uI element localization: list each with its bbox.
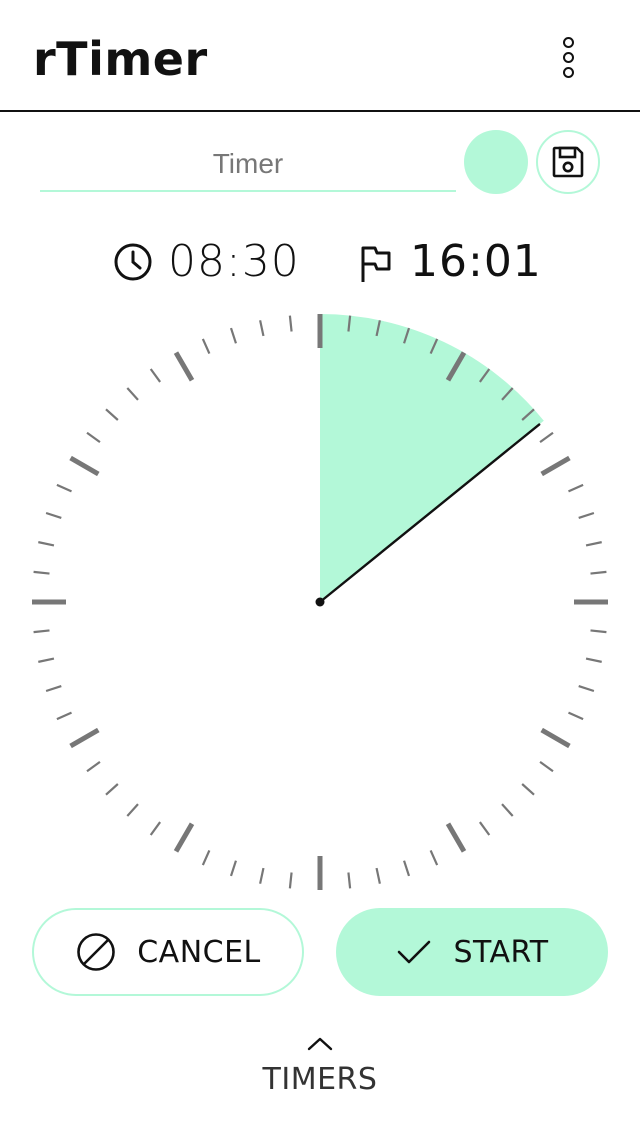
menu-dot [562,51,574,63]
dial-minor-tick [259,320,265,337]
dial-center [315,597,325,607]
duration-text: 08:30 [168,236,300,287]
dial-minor-tick [568,483,584,493]
timer-name-field[interactable] [40,138,456,192]
dial-minor-tick [375,867,381,884]
cancel-button[interactable]: CANCEL [32,908,304,996]
timers-drawer-toggle[interactable]: TIMERS [220,1036,420,1126]
dial-major-tick [173,822,195,853]
dial-minor-tick [478,821,491,836]
floppy-disk-icon [552,146,584,178]
timer-dial[interactable] [20,302,620,902]
dial-minor-tick [126,387,139,401]
more-options-button[interactable] [548,30,588,84]
menu-dot [562,66,574,78]
dial-minor-tick [33,570,50,575]
dial-minor-tick [105,783,119,796]
dial-minor-tick [201,338,211,354]
dial-minor-tick [38,657,55,663]
dial-minor-tick [56,483,72,493]
dial-minor-tick [429,850,439,866]
app-bar: rTimer [0,0,640,112]
dial-minor-tick [259,867,265,884]
end-time-text: 16:01 [410,236,542,287]
flag-icon [361,246,391,282]
dial-minor-tick [126,803,139,817]
dial-minor-tick [105,408,119,421]
dial-minor-tick [45,685,62,693]
dial-minor-tick [45,511,62,519]
no-symbol-icon [77,933,116,971]
dial-major-tick [69,727,100,749]
dial-major-tick [173,351,195,382]
dial-minor-tick [403,860,411,877]
dial-major-tick [540,455,571,477]
dial-minor-tick [590,629,607,634]
dial-minor-tick [578,511,595,519]
dial-minor-tick [229,327,237,344]
dial-major-tick [540,727,571,749]
dial-minor-tick [347,872,352,889]
dial-minor-tick [149,368,162,383]
dial-minor-tick [201,850,211,866]
time-info [0,232,640,296]
app-title: rTimer [33,32,208,86]
dial-minor-tick [539,431,554,444]
cancel-label: CANCEL [137,934,261,970]
dial-minor-tick [288,872,293,889]
elapsed-sector [320,314,544,602]
dial-minor-tick [578,685,595,693]
start-label: START [453,934,549,970]
timer-name-input[interactable] [40,147,456,181]
dial-minor-tick [56,711,72,721]
clock-icon [114,243,152,281]
dial-minor-tick [501,803,514,817]
timers-label: TIMERS [262,1062,378,1097]
dial-minor-tick [86,760,101,773]
dial-minor-tick [568,711,584,721]
dial-minor-tick [288,315,293,332]
dial-minor-tick [33,629,50,634]
dial-minor-tick [590,570,607,575]
more-vertical-icon [562,36,574,48]
dial-minor-tick [229,860,237,877]
save-button[interactable] [536,130,600,194]
dial-minor-tick [149,821,162,836]
check-icon [398,940,431,964]
color-picker-button[interactable] [464,130,528,194]
dial-minor-tick [539,760,554,773]
dial-major-tick [69,455,100,477]
dial-minor-tick [521,783,535,796]
chevron-up-icon [307,1037,333,1051]
dial-major-tick [445,822,467,853]
start-button[interactable]: START [336,908,608,996]
dial-minor-tick [585,541,602,547]
dial-minor-tick [86,431,101,444]
dial-minor-tick [38,541,55,547]
dial-minor-tick [585,657,602,663]
